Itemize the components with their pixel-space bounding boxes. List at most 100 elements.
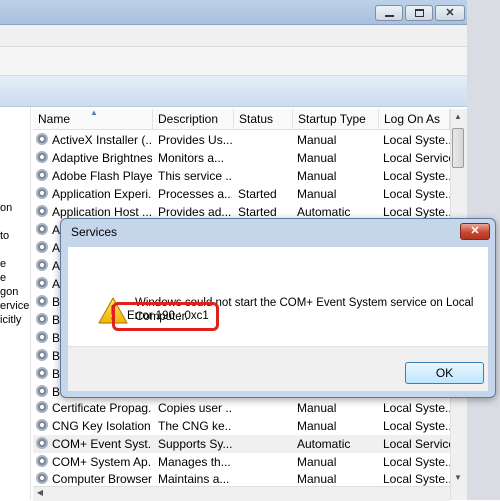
minimize-icon <box>385 15 394 17</box>
description-text: ervice <box>0 300 30 312</box>
service-name: CNG Key Isolation <box>52 419 151 433</box>
service-description: The CNG ke... <box>158 419 232 433</box>
service-status <box>238 399 292 417</box>
service-description: Processes a... <box>158 187 232 201</box>
column-header-status[interactable]: Status <box>234 109 293 129</box>
error-code: Error 190 : 0xc1 <box>127 310 209 322</box>
service-log-on-as: Local Syste... <box>383 133 450 147</box>
dialog-close-button[interactable]: ✕ <box>460 223 490 240</box>
scroll-down-icon[interactable]: ▼ <box>450 470 466 486</box>
gear-icon <box>36 169 48 181</box>
minimize-button[interactable] <box>375 5 403 21</box>
service-status <box>238 149 292 167</box>
scroll-up-icon[interactable]: ▲ <box>450 109 466 125</box>
gear-icon <box>36 437 48 449</box>
gear-icon <box>36 205 48 217</box>
service-startup-type: Manual <box>297 169 337 183</box>
service-description: Manages th... <box>158 455 231 469</box>
gear-icon <box>36 223 48 235</box>
gear-icon <box>36 349 48 361</box>
gear-icon <box>36 133 48 145</box>
description-text: on <box>0 202 13 214</box>
scrollbar-thumb[interactable] <box>452 128 464 168</box>
service-description: Supports Sy... <box>158 437 232 451</box>
service-log-on-as: Local Syste... <box>383 187 450 201</box>
service-name: Certificate Propag... <box>52 401 152 415</box>
description-pane: on to e e gon ervice icitly <box>0 107 31 500</box>
table-row[interactable]: COM+ System Ap... Manages th... Manual L… <box>33 453 450 471</box>
maximize-icon <box>415 9 424 17</box>
service-name: COM+ System Ap... <box>52 455 152 469</box>
service-description: This service ... <box>158 169 232 183</box>
service-startup-type: Manual <box>297 455 337 469</box>
service-name: Application Experi... <box>52 187 152 201</box>
gear-icon <box>36 313 48 325</box>
service-name: COM+ Event Syst... <box>52 437 152 451</box>
close-icon: ✕ <box>470 225 480 237</box>
table-row-selected[interactable]: COM+ Event Syst... Supports Sy... Automa… <box>33 435 450 453</box>
service-log-on-as: Local Syste... <box>383 419 450 433</box>
service-startup-type: Manual <box>297 419 337 433</box>
toolbar <box>0 47 467 76</box>
service-status <box>238 435 292 453</box>
gear-icon <box>36 187 48 199</box>
description-text: icitly <box>0 314 22 326</box>
gear-icon <box>36 277 48 289</box>
gear-icon <box>36 472 48 484</box>
service-status <box>238 453 292 471</box>
service-name: Adaptive Brightness <box>52 151 152 165</box>
gear-icon <box>36 385 48 397</box>
table-row[interactable]: Certificate Propag... Copies user ... Ma… <box>33 399 450 417</box>
scroll-left-icon[interactable]: ◀ <box>33 486 47 500</box>
service-status <box>238 167 292 185</box>
service-status <box>238 417 292 435</box>
window-title-bar: ✕ <box>0 0 467 25</box>
gear-icon <box>36 419 48 431</box>
service-log-on-as: Local Service <box>383 151 450 165</box>
gear-icon <box>36 151 48 163</box>
service-status <box>238 131 292 149</box>
gear-icon <box>36 331 48 343</box>
gear-icon <box>36 367 48 379</box>
service-log-on-as: Local Syste... <box>383 401 450 415</box>
table-row[interactable]: Adobe Flash Playe... This service ... Ma… <box>33 167 450 185</box>
dialog-title: Services <box>71 225 118 239</box>
service-startup-type: Manual <box>297 133 337 147</box>
column-header-log-on-as[interactable]: Log On As <box>379 109 450 129</box>
service-status: Started <box>238 187 277 201</box>
description-text: gon <box>0 286 19 298</box>
description-text: to <box>0 230 10 242</box>
service-log-on-as: Local Service <box>383 437 450 451</box>
dialog-body: Windows could not start the COM+ Event S… <box>68 247 488 346</box>
service-startup-type: Manual <box>297 401 337 415</box>
service-log-on-as: Local Syste... <box>383 169 450 183</box>
service-name: Adobe Flash Playe... <box>52 169 152 183</box>
table-row[interactable]: ActiveX Installer (... Provides Us... Ma… <box>33 131 450 149</box>
service-name: ActiveX Installer (... <box>52 133 152 147</box>
column-header-description[interactable]: Description <box>153 109 234 129</box>
description-text: e <box>0 272 7 284</box>
service-startup-type: Manual <box>297 151 337 165</box>
gear-icon <box>36 259 48 271</box>
service-startup-type: Automatic <box>297 437 351 451</box>
sort-ascending-icon: ▲ <box>90 108 98 117</box>
menu-bar <box>0 25 467 47</box>
ok-button[interactable]: OK <box>405 362 484 384</box>
service-description: Provides Us... <box>158 133 232 147</box>
table-row[interactable]: Application Experi... Processes a... Sta… <box>33 185 450 203</box>
table-row[interactable]: CNG Key Isolation The CNG ke... Manual L… <box>33 417 450 435</box>
gear-icon <box>36 401 48 413</box>
service-startup-type: Manual <box>297 187 337 201</box>
column-header-startup-type[interactable]: Startup Type <box>293 109 379 129</box>
window-close-button[interactable]: ✕ <box>435 5 465 21</box>
horizontal-scrollbar[interactable] <box>33 486 450 501</box>
service-log-on-as: Local Syste... <box>383 455 450 469</box>
description-text: e <box>0 258 7 270</box>
error-dialog: Services ✕ Windows could not start the C… <box>60 218 496 398</box>
gear-icon <box>36 241 48 253</box>
maximize-button[interactable] <box>405 5 433 21</box>
service-description: Monitors a... <box>158 151 225 165</box>
gear-icon <box>36 295 48 307</box>
table-row[interactable]: Adaptive Brightness Monitors a... Manual… <box>33 149 450 167</box>
service-description: Copies user ... <box>158 401 232 415</box>
